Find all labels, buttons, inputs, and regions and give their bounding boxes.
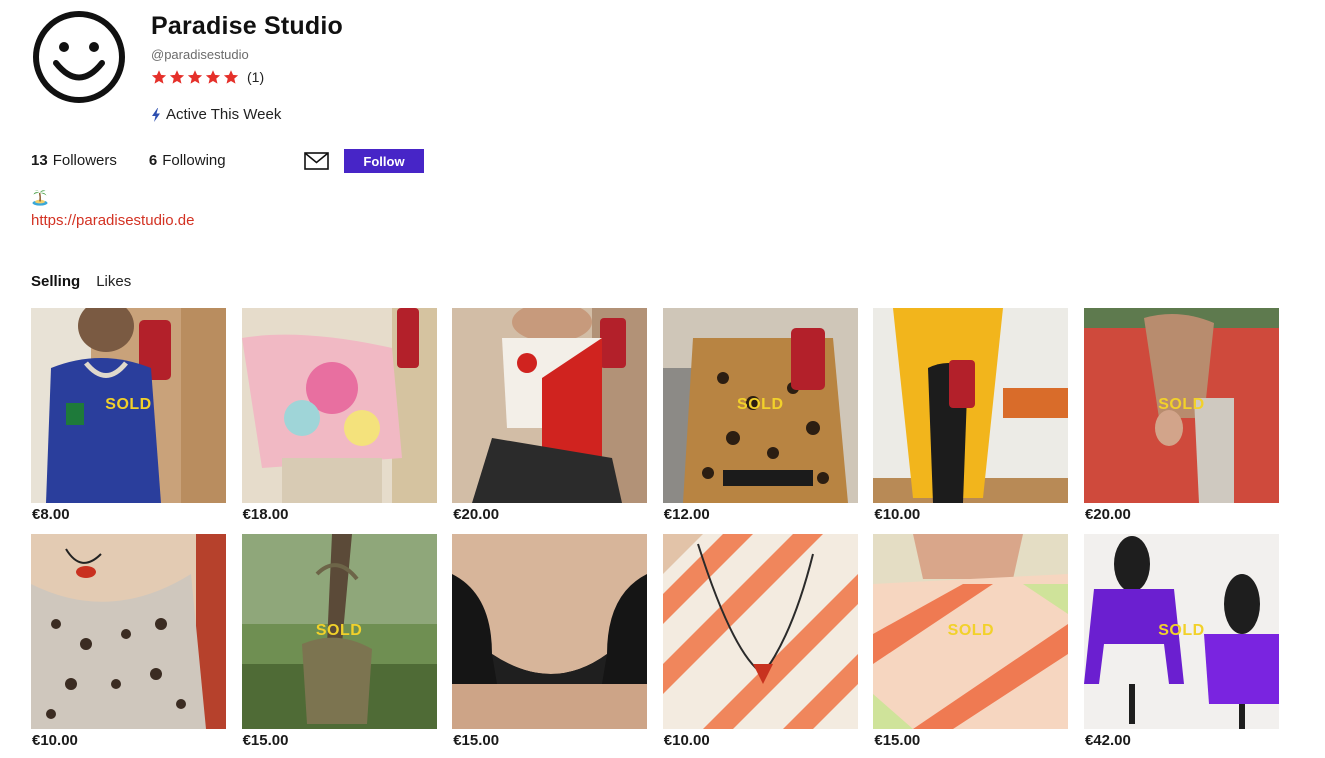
- listing-price: €10.00: [874, 506, 921, 523]
- sold-label: SOLD: [947, 622, 995, 639]
- listing-card[interactable]: SOLD €8.00: [31, 308, 226, 534]
- star-icon: [151, 70, 167, 84]
- followers-count: 13: [31, 152, 48, 169]
- listing-photo: [452, 308, 648, 503]
- listing-price: €20.00: [453, 506, 500, 523]
- listing-price: €15.00: [453, 732, 500, 749]
- sold-label: SOLD: [1158, 622, 1205, 639]
- following-count: 6: [148, 152, 158, 169]
- sold-label: SOLD: [105, 396, 152, 413]
- website-link[interactable]: https://paradisestudio.de: [31, 212, 194, 229]
- listing-price: €15.00: [242, 732, 289, 749]
- listing-card[interactable]: €20.00: [452, 308, 648, 534]
- listing-price: €42.00: [1084, 732, 1131, 749]
- star-icon: [169, 70, 185, 84]
- shop-handle: @paradisestudio: [151, 47, 249, 62]
- avatar-smiley-icon: [33, 11, 125, 103]
- listing-price: €18.00: [242, 506, 289, 523]
- listing-photo: [241, 308, 437, 503]
- listing-price: €8.00: [32, 506, 70, 523]
- followers-link[interactable]: 13 Followers: [31, 152, 117, 169]
- listing-price: €10.00: [32, 732, 78, 749]
- listing-card[interactable]: SOLD €20.00: [1083, 308, 1279, 534]
- star-icon: [205, 70, 221, 84]
- sold-label: SOLD: [1158, 396, 1205, 413]
- rating-stars: [151, 69, 239, 85]
- listing-photo: SOLD: [31, 308, 226, 503]
- follow-button[interactable]: Follow: [344, 149, 424, 173]
- listing-photo: [452, 534, 648, 729]
- following-link[interactable]: 6 Following: [149, 152, 226, 169]
- profile-tabs: Selling Likes: [31, 273, 131, 290]
- listing-photo: [31, 534, 226, 729]
- listing-photo: SOLD: [241, 534, 437, 729]
- tab-selling[interactable]: Selling: [31, 273, 80, 290]
- activity-label: Active This Week: [166, 106, 282, 123]
- message-envelope-icon[interactable]: [304, 152, 329, 170]
- listing-price: €15.00: [874, 732, 921, 749]
- sold-label: SOLD: [737, 396, 784, 413]
- listing-price: €12.00: [663, 506, 710, 523]
- listing-card[interactable]: €10.00: [873, 308, 1069, 534]
- star-icon: [223, 70, 239, 84]
- follow-stats: 13 Followers 6 Following: [31, 152, 226, 169]
- listing-card[interactable]: €15.00: [452, 534, 648, 758]
- rating-count: (1): [247, 69, 265, 85]
- star-icon: [187, 70, 203, 84]
- listing-photo: [662, 534, 858, 729]
- listing-price: €10.00: [663, 732, 710, 749]
- followers-label: Followers: [52, 152, 117, 169]
- listings-grid: SOLD €8.00 €18.00 €20.00 SOLD €12.00 €10…: [31, 308, 1279, 758]
- listing-photo: SOLD: [662, 308, 858, 503]
- listing-photo: SOLD: [1083, 308, 1279, 503]
- listing-card[interactable]: SOLD €42.00: [1083, 534, 1279, 758]
- rating[interactable]: (1): [151, 69, 264, 85]
- shop-name: Paradise Studio: [151, 12, 343, 40]
- listing-card[interactable]: €10.00: [662, 534, 858, 758]
- following-label: Following: [162, 152, 226, 169]
- listing-photo: [873, 308, 1069, 503]
- activity-status: Active This Week: [151, 106, 281, 123]
- listing-photo: SOLD: [873, 534, 1069, 729]
- listing-card[interactable]: SOLD €12.00: [662, 308, 858, 534]
- lightning-icon: [152, 107, 160, 122]
- listing-card[interactable]: SOLD €15.00: [873, 534, 1069, 758]
- listing-card[interactable]: €10.00: [31, 534, 226, 758]
- tab-likes[interactable]: Likes: [96, 273, 131, 290]
- sold-label: SOLD: [315, 622, 363, 639]
- listing-price: €20.00: [1084, 506, 1131, 523]
- listing-card[interactable]: €18.00: [241, 308, 437, 534]
- listing-card[interactable]: SOLD €15.00: [241, 534, 437, 758]
- desert-island-emoji-icon: [32, 190, 48, 206]
- listing-photo: SOLD: [1083, 534, 1279, 729]
